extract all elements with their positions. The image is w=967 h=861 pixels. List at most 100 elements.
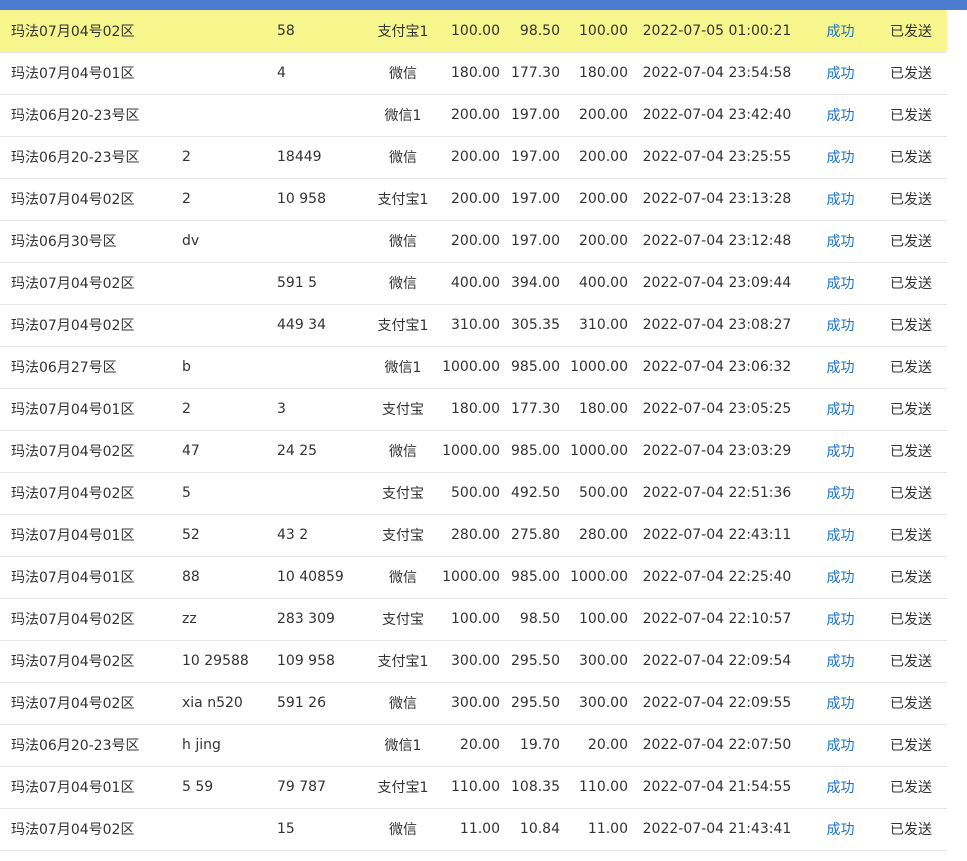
- cell-payment-method: 支付宝: [382, 612, 424, 628]
- cell-order-no: 283 309: [277, 611, 335, 627]
- table-row[interactable]: 玛法07月04号02区 449 34 支付宝1 310.00 305.35 310.00 2…: [0, 304, 947, 346]
- cell-zone: 玛法07月04号01区: [11, 66, 135, 82]
- cell-status[interactable]: 成功: [806, 430, 875, 472]
- cell-player-id: dv: [182, 233, 200, 249]
- cell-credited-amount: 300.00: [579, 695, 628, 711]
- table-row[interactable]: 玛法07月04号01区 4 微信 180.00 177.30 180.00 2022-07-…: [0, 52, 947, 94]
- cell-order-no: [275, 724, 370, 766]
- cell-status[interactable]: 成功: [806, 388, 875, 430]
- cell-credited-amount: 100.00: [560, 10, 628, 52]
- cell-order-no: 10 40859: [277, 569, 344, 585]
- cell-payment-method: 微信1: [384, 738, 422, 754]
- cell-credited-amount: 1000.00: [570, 443, 628, 459]
- cell-status[interactable]: 成功: [806, 514, 875, 556]
- cell-zone: 玛法07月04号02区: [11, 822, 135, 838]
- cell-status[interactable]: 成功: [806, 304, 875, 346]
- table-row[interactable]: 玛法07月04号01区 52 43 2 支付宝 280.00 275.80 280.00 20…: [0, 514, 947, 556]
- cell-credited-amount: 280.00: [579, 527, 628, 543]
- cell-order-no: 15: [277, 821, 295, 837]
- cell-credited-amount: 200.00: [579, 233, 628, 249]
- cell-amount: 180.00: [451, 401, 500, 417]
- table-row[interactable]: 玛法06月27号区 b 微信1 1000.00 985.00 1000.00 2022-07…: [0, 346, 947, 388]
- cell-actual-amount: 985.00: [511, 443, 560, 459]
- cell-credited-amount: 1000.00: [570, 569, 628, 585]
- cell-order-no: [275, 472, 370, 514]
- cell-status[interactable]: 成功: [806, 52, 875, 94]
- table-row[interactable]: 玛法06月30号区 dv 微信 200.00 197.00 200.00 2022-07-0…: [0, 220, 947, 262]
- cell-payment-method: 支付宝1: [370, 10, 436, 52]
- cell-order-no: 10 958: [277, 191, 326, 207]
- table-row[interactable]: 玛法07月04号02区 591 5 微信 400.00 394.00 400.00 2022…: [0, 262, 947, 304]
- cell-amount: 280.00: [451, 527, 500, 543]
- cell-status[interactable]: 成功: [806, 766, 875, 808]
- orders-table: 玛法07月04号02区 58 支付宝1 100.00 98.50 100.00 2022-0…: [0, 10, 947, 851]
- cell-credited-amount: 100.00: [579, 611, 628, 627]
- cell-credited-amount: 200.00: [579, 149, 628, 165]
- cell-status[interactable]: 成功: [806, 724, 875, 766]
- cell-payment-method: 微信: [389, 444, 417, 460]
- cell-timestamp: 2022-07-04 23:03:29: [642, 443, 792, 459]
- cell-status[interactable]: 成功: [806, 556, 875, 598]
- cell-credited-amount: 1000.00: [570, 359, 628, 375]
- cell-status[interactable]: 成功: [806, 262, 875, 304]
- cell-status[interactable]: 成功: [806, 682, 875, 724]
- table-row[interactable]: 玛法07月04号02区 58 支付宝1 100.00 98.50 100.00 2022-0…: [0, 10, 947, 52]
- cell-zone: 玛法07月04号02区: [11, 612, 135, 628]
- table-row[interactable]: 玛法07月04号02区 zz 283 309 支付宝 100.00 98.50 100.00…: [0, 598, 947, 640]
- cell-credited-amount: 200.00: [579, 191, 628, 207]
- cell-amount: 200.00: [451, 233, 500, 249]
- table-row[interactable]: 玛法07月04号02区 10 29588 109 958 支付宝1 300.00 295.…: [0, 640, 947, 682]
- table-row[interactable]: 玛法07月04号01区 5 59 79 787 支付宝1 110.00 108.35 110…: [0, 766, 947, 808]
- table-row[interactable]: 玛法07月04号02区 2 10 958 支付宝1 200.00 197.00 200.00…: [0, 178, 947, 220]
- cell-amount: 11.00: [459, 821, 500, 837]
- cell-order-no: [275, 94, 370, 136]
- cell-zone: 玛法06月20-23号区: [11, 108, 140, 124]
- cell-order-no: 109 958: [277, 653, 335, 669]
- table-row[interactable]: 玛法07月04号02区 5 支付宝 500.00 492.50 500.00 2022-07…: [0, 472, 947, 514]
- cell-status[interactable]: 成功: [806, 640, 875, 682]
- cell-order-no: 18449: [277, 149, 322, 165]
- table-row[interactable]: 玛法06月20-23号区 微信1 200.00 197.00 200.00 2022-07…: [0, 94, 947, 136]
- cell-zone: 玛法07月04号02区: [11, 654, 135, 670]
- cell-notify-status: 已发送: [890, 570, 932, 586]
- vertical-scrollbar[interactable]: [947, 10, 967, 861]
- cell-status[interactable]: 成功: [806, 808, 875, 850]
- table-row[interactable]: 玛法07月04号02区 xia n520 591 26 微信 300.00 295.50 3…: [0, 682, 947, 724]
- table-row[interactable]: 玛法07月04号02区 15 微信 11.00 10.84 11.00 2022-07-04…: [0, 808, 947, 850]
- cell-player-id: [180, 52, 275, 94]
- cell-status[interactable]: 成功: [806, 136, 875, 178]
- cell-actual-amount: 177.30: [511, 65, 560, 81]
- cell-timestamp: 2022-07-04 23:06:32: [642, 359, 792, 375]
- cell-amount: 100.00: [451, 611, 500, 627]
- cell-timestamp: 2022-07-04 23:09:44: [642, 275, 792, 291]
- cell-notify-status: 已发送: [890, 66, 932, 82]
- cell-timestamp: 2022-07-04 22:09:54: [642, 653, 792, 669]
- cell-notify-status: 已发送: [890, 108, 932, 124]
- cell-timestamp: 2022-07-04 23:12:48: [642, 233, 792, 249]
- cell-status[interactable]: 成功: [806, 472, 875, 514]
- cell-credited-amount: 500.00: [579, 485, 628, 501]
- cell-timestamp: 2022-07-04 23:42:40: [642, 107, 792, 123]
- cell-order-no: 449 34: [277, 317, 326, 333]
- cell-status[interactable]: 成功: [806, 178, 875, 220]
- orders-table-container: 玛法07月04号02区 58 支付宝1 100.00 98.50 100.00 2022-0…: [0, 10, 947, 851]
- table-row[interactable]: 玛法07月04号01区 88 10 40859 微信 1000.00 985.00 1000…: [0, 556, 947, 598]
- table-row[interactable]: 玛法07月04号02区 47 24 25 微信 1000.00 985.00 1000.00…: [0, 430, 947, 472]
- cell-notify-status: 已发送: [890, 654, 932, 670]
- table-row[interactable]: 玛法06月20-23号区 2 18449 微信 200.00 197.00 200.00 20…: [0, 136, 947, 178]
- cell-status[interactable]: 成功: [806, 94, 875, 136]
- cell-notify-status: 已发送: [890, 780, 932, 796]
- cell-status[interactable]: 成功: [806, 346, 875, 388]
- cell-order-no: 24 25: [277, 443, 318, 459]
- cell-status[interactable]: 成功: [806, 598, 875, 640]
- cell-player-id: 52: [182, 527, 200, 543]
- cell-actual-amount: 394.00: [511, 275, 560, 291]
- cell-timestamp: 2022-07-04 22:09:55: [642, 695, 792, 711]
- cell-zone: 玛法06月27号区: [11, 360, 117, 376]
- cell-status[interactable]: 成功: [806, 220, 875, 262]
- cell-credited-amount: 11.00: [587, 821, 628, 837]
- cell-notify-status: 已发送: [890, 444, 932, 460]
- table-row[interactable]: 玛法07月04号01区 2 3 支付宝 180.00 177.30 180.00 2022-0…: [0, 388, 947, 430]
- cell-status[interactable]: 成功: [806, 10, 875, 52]
- table-row[interactable]: 玛法06月20-23号区 h jing 微信1 20.00 19.70 20.00 2022…: [0, 724, 947, 766]
